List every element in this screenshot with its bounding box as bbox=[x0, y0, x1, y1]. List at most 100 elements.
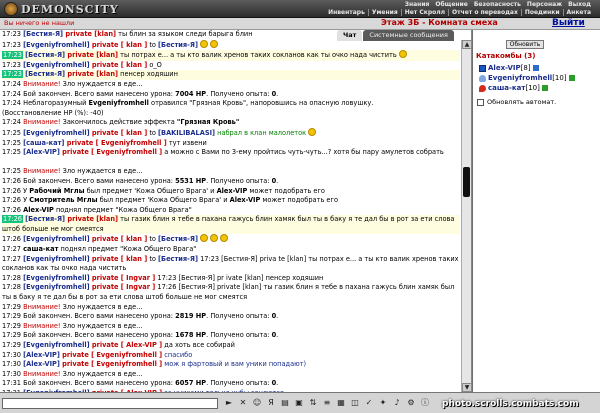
online-user[interactable]: Alex-VIP [8] bbox=[479, 64, 539, 72]
timestamp[interactable]: 17:23 bbox=[2, 51, 24, 60]
chat-nick[interactable]: [Evgeniyfromhell] bbox=[23, 283, 89, 291]
chat-nick[interactable]: [Бестия-Я] bbox=[158, 255, 198, 263]
timestamp[interactable]: 17:30 bbox=[2, 351, 21, 359]
clear-icon[interactable]: ✕ bbox=[238, 398, 248, 408]
auto-refresh-option[interactable]: Обновлять автомат. bbox=[477, 98, 556, 106]
timestamp[interactable]: 17:29 bbox=[2, 331, 21, 339]
filter-icon[interactable]: ▤ bbox=[280, 398, 290, 408]
chat-nick[interactable]: [Evgeniyfromhell] bbox=[23, 129, 89, 137]
chat-nick[interactable]: [Evgeniyfromhell] bbox=[23, 341, 89, 349]
timestamp[interactable]: 17:23 bbox=[2, 70, 24, 79]
chat-nick[interactable]: [BAKILIBALASI] bbox=[158, 129, 215, 137]
timestamp[interactable]: 17:26 bbox=[2, 206, 21, 214]
user-info-icon[interactable] bbox=[541, 85, 548, 91]
chat-nick[interactable]: [Alex-VIP] bbox=[23, 148, 60, 156]
translit-icon[interactable]: Я bbox=[266, 398, 276, 408]
send-icon[interactable]: ► bbox=[224, 398, 234, 408]
chat-nick[interactable]: [Бестия-Я] bbox=[25, 215, 65, 223]
online-user[interactable]: саша-кат [10] bbox=[479, 84, 548, 92]
timestamp[interactable]: 17:27 bbox=[2, 255, 21, 263]
submenu-item[interactable]: Нет Скролл bbox=[400, 9, 448, 16]
timestamp[interactable]: 17:29 bbox=[2, 341, 21, 349]
timestamp[interactable]: 17:28 bbox=[2, 274, 21, 282]
check-icon[interactable]: ✓ bbox=[364, 398, 374, 408]
user-name[interactable]: саша-кат bbox=[488, 84, 525, 92]
scroll-thumb[interactable] bbox=[463, 167, 470, 197]
timestamp[interactable]: 17:26 bbox=[2, 177, 21, 185]
timestamp[interactable]: 17:28 bbox=[2, 283, 21, 291]
timestamp[interactable]: 17:31 bbox=[2, 379, 21, 387]
user-name[interactable]: Evgeniyfromhell bbox=[488, 74, 552, 82]
timestamp[interactable]: 17:23 bbox=[2, 41, 21, 49]
timestamp[interactable]: 17:26 bbox=[2, 196, 21, 204]
chat-tab[interactable]: Чат bbox=[337, 30, 363, 41]
timestamp[interactable]: 17:24 bbox=[2, 90, 21, 98]
timestamp[interactable]: 17:24 bbox=[2, 80, 21, 88]
info-icon[interactable]: ⓘ bbox=[420, 398, 430, 408]
timestamp[interactable]: 17:29 bbox=[2, 303, 21, 311]
chat-nick[interactable]: [Бестия-Я] bbox=[25, 70, 65, 78]
timestamp[interactable]: 17:29 bbox=[2, 322, 21, 330]
chat-nick[interactable]: [Alex-VIP] bbox=[23, 351, 60, 359]
timestamp[interactable]: 17:27 bbox=[2, 245, 21, 253]
timestamp[interactable]: 17:29 bbox=[2, 312, 21, 320]
timestamp[interactable]: 17:23 bbox=[2, 61, 21, 69]
timestamp[interactable]: 17:26 bbox=[2, 215, 24, 224]
settings-icon[interactable]: ⚙ bbox=[406, 398, 416, 408]
chat-nick[interactable]: [саша-кат] bbox=[23, 139, 64, 147]
timestamp[interactable]: 17:24 bbox=[2, 118, 21, 126]
image-icon[interactable]: ◫ bbox=[350, 398, 360, 408]
chat-tab[interactable]: Системные сообщения bbox=[363, 30, 454, 41]
watermark: photo.scrolls.combats.com bbox=[442, 399, 579, 409]
timestamp[interactable]: 17:24 bbox=[2, 99, 21, 107]
submenu-item[interactable]: Умения bbox=[367, 9, 401, 16]
timestamp[interactable]: 17:25 bbox=[2, 139, 21, 147]
chat-nick[interactable]: [Evgeniyfromhell] bbox=[23, 61, 89, 69]
auto-refresh-checkbox[interactable] bbox=[477, 98, 484, 106]
smiles-icon[interactable]: ☺ bbox=[252, 398, 262, 408]
chat-nick[interactable]: [Бестия-Я] bbox=[158, 41, 198, 49]
scroll-up-icon[interactable]: ▲ bbox=[462, 40, 472, 49]
user-name[interactable]: Alex-VIP bbox=[488, 64, 521, 72]
chat-nick[interactable]: [Evgeniyfromhell] bbox=[23, 41, 89, 49]
refresh-button[interactable]: Обновить bbox=[506, 40, 544, 49]
online-user[interactable]: Evgeniyfromhell [10] bbox=[479, 74, 575, 82]
menu-item[interactable]: Персонаж bbox=[524, 1, 565, 8]
timestamp[interactable]: 17:30 bbox=[2, 360, 21, 368]
submenu-item[interactable]: Инвентарь bbox=[325, 9, 368, 16]
list-icon[interactable]: ≡ bbox=[322, 398, 332, 408]
submenu-item[interactable]: Отчет о переводах bbox=[448, 9, 521, 16]
lock-icon[interactable]: ▣ bbox=[294, 398, 304, 408]
submenu-item[interactable]: Анкета bbox=[562, 9, 594, 16]
submenu-item[interactable]: Поединки bbox=[520, 9, 563, 16]
timestamp[interactable]: 17:25 bbox=[2, 129, 21, 137]
chat-nick[interactable]: [Бестия-Я] bbox=[23, 30, 63, 38]
timestamp[interactable]: 17:25 bbox=[2, 167, 21, 175]
menu-item[interactable]: Знания bbox=[402, 1, 433, 8]
timestamp[interactable]: 17:25 bbox=[2, 148, 21, 156]
chat-nick[interactable]: [Evgeniyfromhell] bbox=[23, 255, 89, 263]
chat-nick[interactable]: [Evgeniyfromhell] bbox=[23, 274, 89, 282]
chat-nick[interactable]: [Бестия-Я] bbox=[25, 51, 65, 59]
chat-scrollbar[interactable]: ▲ ▼ bbox=[461, 40, 472, 392]
scroll-lock-icon[interactable]: ⇅ bbox=[308, 398, 318, 408]
message-input[interactable] bbox=[2, 398, 218, 409]
scroll-down-icon[interactable]: ▼ bbox=[462, 383, 472, 392]
user-info-icon[interactable] bbox=[532, 65, 539, 71]
star-icon[interactable]: ✦ bbox=[378, 398, 388, 408]
chat-nick[interactable]: [Evgeniyfromhell] bbox=[23, 235, 89, 243]
save-icon[interactable]: ▦ bbox=[336, 398, 346, 408]
timestamp[interactable]: 17:23 bbox=[2, 30, 21, 38]
timestamp[interactable]: 17:26 bbox=[2, 235, 21, 243]
chat-nick[interactable]: [Бестия-Я] bbox=[158, 235, 198, 243]
timestamp[interactable]: 17:30 bbox=[2, 370, 21, 378]
chat-nick[interactable]: [Alex-VIP] bbox=[23, 360, 60, 368]
menu-item[interactable]: Выход bbox=[565, 1, 594, 8]
timestamp[interactable]: 17:26 bbox=[2, 187, 21, 195]
menu-item[interactable]: Безопасность bbox=[471, 1, 524, 8]
user-info-icon[interactable] bbox=[568, 75, 575, 81]
menu-item[interactable]: Общение bbox=[432, 1, 470, 8]
person-icon bbox=[479, 74, 486, 82]
exit-link[interactable]: Выйти bbox=[552, 18, 585, 28]
sound-icon[interactable]: ♪ bbox=[392, 398, 402, 408]
